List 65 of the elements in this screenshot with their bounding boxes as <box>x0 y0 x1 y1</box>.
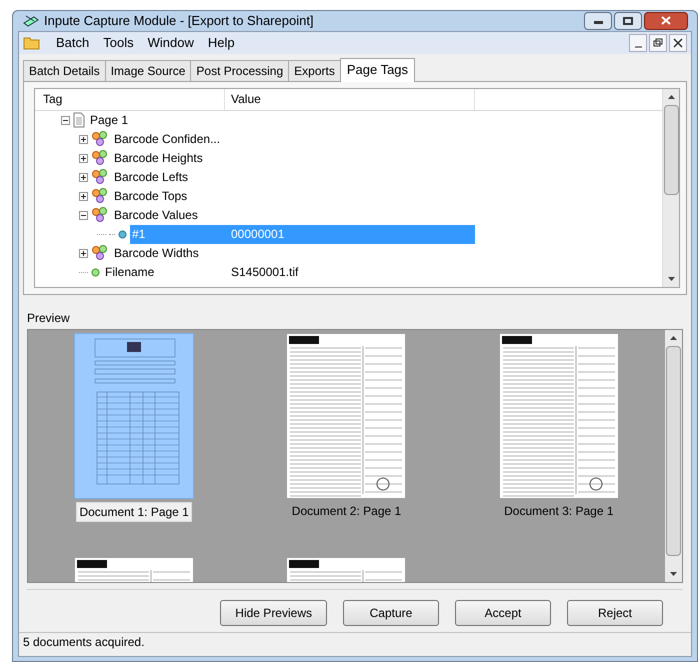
minimize-button[interactable] <box>584 12 612 30</box>
mdi-close-button[interactable] <box>669 34 687 52</box>
menu-item[interactable]: Batch <box>49 32 96 52</box>
expand-icon[interactable] <box>79 134 88 144</box>
action-button[interactable]: Accept <box>455 600 551 626</box>
tab[interactable]: Page Tags <box>340 58 416 82</box>
menu-item[interactable]: Tools <box>96 32 141 52</box>
menu-item[interactable]: Help <box>200 32 242 52</box>
expand-icon[interactable] <box>79 248 88 258</box>
expand-icon[interactable] <box>79 172 88 182</box>
preview-scrollbar[interactable] <box>665 330 682 582</box>
bubbles-icon <box>91 245 109 261</box>
status-text: 5 documents acquired. <box>23 634 144 651</box>
tree-item[interactable]: Barcode Heights <box>112 148 225 168</box>
action-button[interactable]: Hide Previews <box>220 600 327 626</box>
maximize-icon <box>623 16 633 25</box>
value-cell-text: S1450001.tif <box>230 264 300 281</box>
bubbles-icon <box>91 169 109 185</box>
tree-item[interactable]: Barcode Confiden... <box>112 130 225 148</box>
column-header[interactable]: Value <box>225 88 475 110</box>
tree-item[interactable]: Barcode Lefts <box>112 168 225 186</box>
bubbles-icon <box>91 207 109 223</box>
scanner-icon <box>22 12 40 29</box>
tree-item[interactable]: Filename <box>103 262 225 282</box>
tab[interactable]: Exports <box>288 60 341 80</box>
collapse-icon[interactable] <box>79 210 88 220</box>
mdi-restore-button[interactable] <box>649 34 667 52</box>
bubbles-icon <box>91 150 109 166</box>
tree-item[interactable]: Barcode Tops <box>112 186 225 206</box>
tab[interactable]: Batch Details <box>23 60 106 80</box>
action-button[interactable]: Reject <box>567 600 663 626</box>
minimize-icon <box>634 46 642 48</box>
dot-icon <box>91 268 100 276</box>
scrollbar-thumb[interactable] <box>664 104 678 194</box>
column-header[interactable]: Tag <box>35 88 225 110</box>
collapse-icon[interactable] <box>61 116 70 124</box>
document-thumbnail-drawing[interactable] <box>500 334 618 498</box>
minimize-icon <box>594 21 602 24</box>
menu-item[interactable]: Window <box>140 32 201 52</box>
tree-item[interactable]: Barcode Widths <box>112 244 225 262</box>
tree-item[interactable]: Page 1 <box>88 110 225 130</box>
expand-icon[interactable] <box>79 192 88 200</box>
folder-icon <box>23 36 41 50</box>
document-caption[interactable]: Document 3: Page 1 <box>502 502 616 520</box>
scrollbar-thumb[interactable] <box>666 346 681 556</box>
close-button[interactable] <box>644 12 688 30</box>
document-thumbnail-drawing[interactable] <box>287 334 406 498</box>
document-caption[interactable]: Document 1: Page 1 <box>76 502 192 522</box>
maximize-button[interactable] <box>614 12 642 30</box>
document-caption[interactable]: Document 2: Page 1 <box>290 502 404 520</box>
value-cell: 00000001 <box>225 224 475 244</box>
bubbles-icon <box>91 131 109 147</box>
mdi-minimize-button[interactable] <box>629 34 647 52</box>
vertical-scrollbar[interactable] <box>662 88 679 286</box>
expand-icon[interactable] <box>79 154 88 162</box>
tree-item[interactable]: Barcode Values <box>112 206 225 224</box>
dot-icon <box>118 230 127 238</box>
tab[interactable]: Post Processing <box>190 60 290 80</box>
close-icon <box>661 16 671 26</box>
preview-label: Preview <box>27 310 71 326</box>
tab[interactable]: Image Source <box>104 60 192 80</box>
action-button[interactable]: Capture <box>343 600 439 626</box>
window-title: Inpute Capture Module - [Export to Sharepoint] <box>44 12 314 30</box>
bubbles-icon <box>91 188 109 204</box>
document-thumbnail-drawing[interactable] <box>75 334 194 498</box>
